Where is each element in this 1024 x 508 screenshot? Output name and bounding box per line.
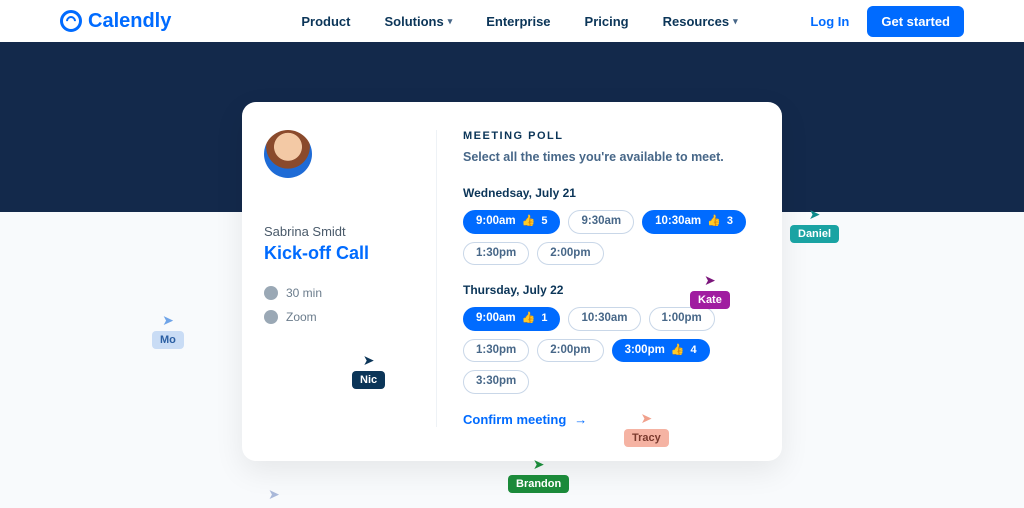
cursor-icon: ➤ <box>162 312 174 329</box>
slot-time: 1:30pm <box>476 248 516 260</box>
slot-row: 9:00am 👍 1 10:30am 1:00pm 1:30pm 2:00pm 3:00pm 👍… <box>463 307 756 394</box>
slot-time: 2:00pm <box>550 248 590 260</box>
nav-link-resources[interactable]: Resources▾ <box>663 14 738 29</box>
confirm-meeting-button[interactable]: Confirm meeting → <box>463 412 756 427</box>
cursor-label: Mo <box>152 331 184 349</box>
time-slot[interactable]: 3:30pm <box>463 370 529 394</box>
cursor-brandon: ➤Brandon <box>508 456 569 493</box>
poll-subtitle: Select all the times you're available to… <box>463 150 756 164</box>
time-slot[interactable]: 1:00pm <box>649 307 715 331</box>
time-slot[interactable]: 9:00am 👍 5 <box>463 210 560 234</box>
location-text: Zoom <box>286 310 317 324</box>
meta-duration: 30 min <box>264 286 322 300</box>
card-left-panel: Sabrina Smidt Kick-off Call 30 min Zoom <box>242 130 437 427</box>
slot-time: 9:00am <box>476 313 516 325</box>
slot-time: 9:00am <box>476 216 516 228</box>
host-name: Sabrina Smidt <box>264 224 346 239</box>
brand-logo-mark <box>60 10 82 32</box>
top-nav: Calendly Product Solutions▾ Enterprise P… <box>0 0 1024 42</box>
day-label: Thursday, July 22 <box>463 283 756 297</box>
cursor-icon: ➤ <box>268 486 280 503</box>
time-slot[interactable]: 1:30pm <box>463 339 529 363</box>
meeting-poll-card: Sabrina Smidt Kick-off Call 30 min Zoom … <box>242 102 782 461</box>
vote-count: 4 <box>691 345 697 356</box>
cursor-label: Brandon <box>508 475 569 493</box>
clock-icon <box>264 286 278 300</box>
cursor-icon: ➤ <box>809 206 821 223</box>
thumbs-up-icon: 👍 <box>522 313 536 324</box>
time-slot[interactable]: 10:30am 👍 3 <box>642 210 746 234</box>
cursor-extra: ➤ <box>268 486 280 503</box>
slot-time: 9:30am <box>581 216 621 228</box>
time-slot[interactable]: 9:30am <box>568 210 634 234</box>
arrow-right-icon: → <box>574 412 587 427</box>
host-avatar <box>264 130 312 178</box>
get-started-button[interactable]: Get started <box>867 6 964 37</box>
meta-location: Zoom <box>264 310 317 324</box>
thumbs-up-icon: 👍 <box>671 345 685 356</box>
slot-time: 10:30am <box>655 216 701 228</box>
chevron-down-icon: ▾ <box>448 16 453 27</box>
brand-logo[interactable]: Calendly <box>60 10 171 33</box>
thumbs-up-icon: 👍 <box>707 216 721 227</box>
slot-time: 2:00pm <box>550 345 590 357</box>
thumbs-up-icon: 👍 <box>522 216 536 227</box>
time-slot[interactable]: 9:00am 👍 1 <box>463 307 560 331</box>
day-label: Wednedsay, July 21 <box>463 186 756 200</box>
duration-text: 30 min <box>286 286 322 300</box>
slot-time: 1:00pm <box>662 313 702 325</box>
time-slot[interactable]: 2:00pm <box>537 242 603 266</box>
chevron-down-icon: ▾ <box>733 16 738 27</box>
video-icon <box>264 310 278 324</box>
slot-time: 3:00pm <box>625 345 665 357</box>
poll-title: MEETING POLL <box>463 130 756 142</box>
brand-name: Calendly <box>88 10 171 33</box>
vote-count: 3 <box>727 216 733 227</box>
nav-link-product[interactable]: Product <box>301 14 350 29</box>
vote-count: 5 <box>541 216 547 227</box>
slot-row: 9:00am 👍 5 9:30am 10:30am 👍 3 1:30pm 2:00pm <box>463 210 756 265</box>
time-slot[interactable]: 2:00pm <box>537 339 603 363</box>
cursor-mo: ➤ Mo <box>152 312 184 349</box>
confirm-meeting-label: Confirm meeting <box>463 412 566 427</box>
nav-link-enterprise[interactable]: Enterprise <box>486 14 550 29</box>
stage: Sabrina Smidt Kick-off Call 30 min Zoom … <box>0 102 1024 501</box>
nav-right: Log In Get started <box>810 6 964 37</box>
event-title: Kick-off Call <box>264 243 369 264</box>
vote-count: 1 <box>541 313 547 324</box>
cursor-daniel: ➤ Daniel <box>790 206 839 243</box>
nav-link-solutions[interactable]: Solutions▾ <box>384 14 452 29</box>
nav-links: Product Solutions▾ Enterprise Pricing Re… <box>301 14 737 29</box>
time-slot[interactable]: 10:30am <box>568 307 640 331</box>
slot-time: 3:30pm <box>476 376 516 388</box>
slot-time: 1:30pm <box>476 345 516 357</box>
nav-link-pricing[interactable]: Pricing <box>585 14 629 29</box>
login-link[interactable]: Log In <box>810 14 849 29</box>
card-right-panel: MEETING POLL Select all the times you're… <box>437 130 782 427</box>
days-list: Wednedsay, July 21 9:00am 👍 5 9:30am 10:30am 👍… <box>463 186 756 394</box>
time-slot[interactable]: 1:30pm <box>463 242 529 266</box>
cursor-label: Daniel <box>790 225 839 243</box>
slot-time: 10:30am <box>581 313 627 325</box>
time-slot[interactable]: 3:00pm 👍 4 <box>612 339 710 363</box>
